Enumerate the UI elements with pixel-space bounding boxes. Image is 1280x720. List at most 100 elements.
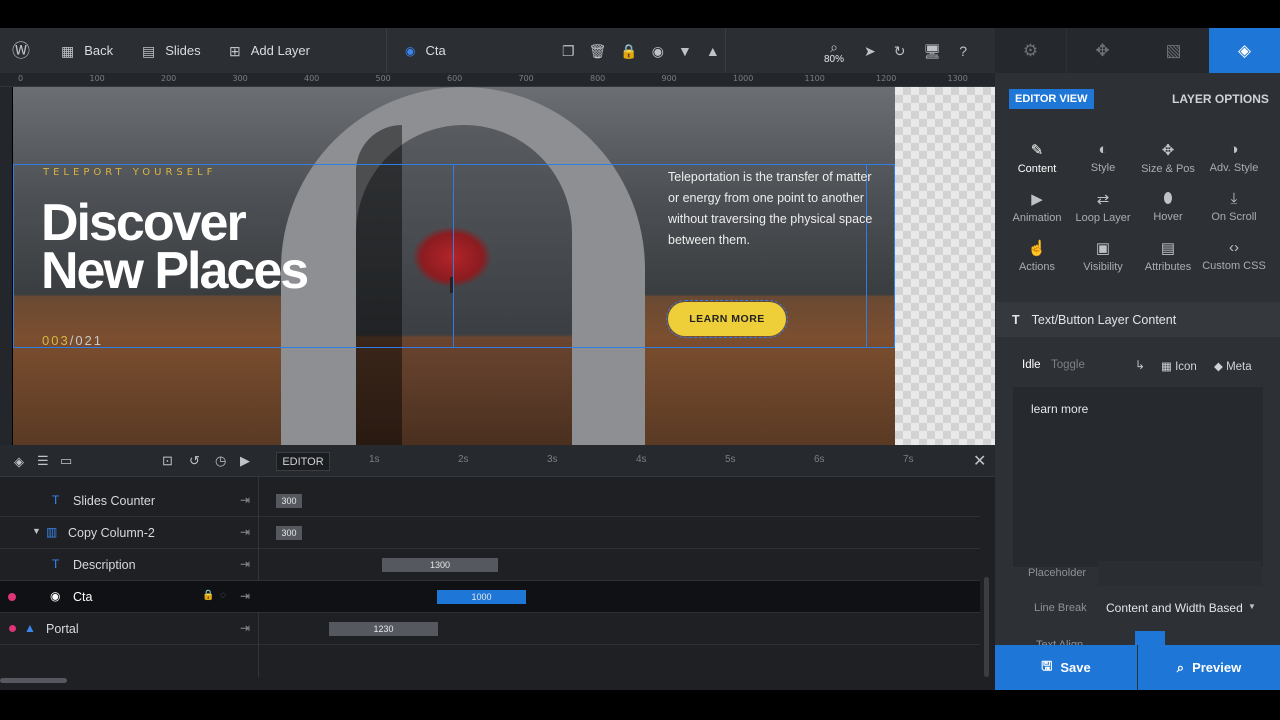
timeline-bar[interactable]: 300 — [276, 526, 302, 540]
timeline-bar[interactable]: 1300 — [382, 558, 498, 572]
placeholder-input[interactable] — [1098, 561, 1262, 585]
folder-icon[interactable]: ▭ — [60, 453, 72, 469]
select-icon[interactable]: ⊡ — [162, 453, 173, 469]
slides-button[interactable]: ▤ Slides — [142, 28, 201, 73]
refresh-icon[interactable]: ↺ — [189, 453, 200, 469]
toggle-tab[interactable]: Toggle — [1051, 359, 1085, 371]
timer-icon[interactable]: ◷ — [215, 453, 226, 469]
icon-button[interactable]: ▦ Icon — [1161, 359, 1197, 373]
option-on-scroll[interactable]: ⤓ On Scroll — [1201, 190, 1267, 223]
editor-view-button[interactable]: EDITOR VIEW — [1009, 89, 1094, 109]
timeline-row-slides-counter[interactable]: T Slides Counter ⇥ 300 — [0, 485, 980, 517]
option-attributes[interactable]: ▤ Attributes — [1135, 239, 1201, 273]
target-icon: ◉ — [405, 43, 416, 58]
play-icon[interactable]: ▶ — [240, 453, 250, 469]
ruler-tick: 600 — [447, 74, 463, 83]
option-actions[interactable]: ☝ Actions — [1004, 239, 1070, 273]
timeline-bar[interactable]: 1000 — [437, 590, 526, 604]
duplicate-icon[interactable]: ❐ — [562, 44, 575, 58]
undo-icon[interactable]: ↻ — [894, 44, 906, 58]
list-icon[interactable]: ☰ — [37, 453, 49, 469]
desktop-icon[interactable]: 🖥 — [923, 44, 941, 58]
back-button[interactable]: ▦ Back — [61, 28, 113, 73]
scroll-icon: ⤓ — [1230, 190, 1238, 207]
ruler-tick: 300 — [232, 74, 248, 83]
grid-icon: ▦ — [1161, 361, 1172, 373]
pointer-icon[interactable]: ➤ — [864, 44, 876, 58]
image-icon: ▧ — [1165, 40, 1182, 60]
slides-counter[interactable]: 003/021 — [42, 333, 103, 348]
save-icon: 🖫 — [1041, 657, 1053, 673]
lock-icon[interactable]: 🔒 — [202, 590, 214, 601]
pin-icon[interactable]: ⇥ — [240, 557, 250, 571]
horizontal-ruler: 0 100 200 300 400 500 600 700 800 900 1000 1100 1200… — [0, 73, 995, 87]
zoom-icon: ⌕ — [830, 39, 838, 55]
slide-canvas[interactable]: TELEPORT YOURSELF Discover New Places 00… — [13, 87, 895, 445]
selected-layer-indicator[interactable]: ◉ Cta — [405, 28, 446, 73]
horizontal-scrollbar[interactable] — [0, 678, 67, 683]
timeline-bar[interactable]: 1230 — [329, 622, 438, 636]
trash-icon[interactable]: 🗑 — [589, 44, 607, 58]
timeline-row-copy-column-2[interactable]: ▼ ▥ Copy Column-2 ⇥ 300 — [0, 517, 980, 549]
chevron-up-icon[interactable]: ▲ — [706, 44, 720, 58]
link-icon[interactable]: ↳ — [1135, 358, 1145, 372]
idle-tab[interactable]: Idle — [1022, 359, 1041, 371]
timeline-row-cta[interactable]: ◉ Cta 🔒 ◌ ⇥ 1000 — [0, 581, 980, 613]
content-textarea[interactable]: learn more — [1013, 387, 1263, 567]
eye-icon[interactable]: ◉ — [652, 44, 664, 58]
time-tick: 6s — [814, 454, 825, 465]
code-icon: ‹› — [1229, 239, 1239, 256]
ruler-tick: 1000 — [733, 74, 754, 83]
ruler-tick: 1100 — [804, 74, 825, 83]
option-content[interactable]: ✎ Content — [1004, 141, 1070, 175]
divider — [725, 28, 726, 73]
collapse-icon[interactable]: ▼ — [32, 526, 41, 536]
option-custom-css[interactable]: ‹› Custom CSS — [1201, 239, 1267, 272]
zoom-control[interactable]: ⌕ 80% — [824, 40, 844, 65]
pin-icon[interactable]: ⇥ — [240, 621, 250, 635]
help-icon[interactable]: ? — [959, 44, 967, 58]
preview-button[interactable]: ⌕ Preview — [1138, 645, 1280, 690]
divider — [386, 28, 387, 73]
align-center-button[interactable] — [1135, 631, 1165, 645]
wordpress-logo-icon[interactable]: Ⓦ — [12, 28, 30, 73]
timeline-header: ◈ ☰ ▭ ⊡ ↺ ◷ ▶ ✕ — [0, 445, 995, 477]
layers-tab[interactable]: ◈ — [1209, 28, 1280, 73]
ruler-tick: 1200 — [876, 74, 897, 83]
chevron-down-icon[interactable]: ▼ — [678, 44, 692, 58]
option-style[interactable]: ◐ Style — [1070, 141, 1136, 174]
vertical-scrollbar[interactable] — [984, 577, 989, 677]
lock-icon[interactable]: 🔒 — [620, 44, 637, 58]
hide-icon[interactable]: ◌ — [220, 590, 226, 601]
close-icon[interactable]: ✕ — [973, 451, 986, 471]
settings-tab[interactable]: ⚙ — [995, 28, 1066, 73]
time-tick: 5s — [725, 454, 736, 465]
line-break-select[interactable]: Content and Width Based — [1098, 596, 1262, 620]
cta-button[interactable]: LEARN MORE — [666, 300, 788, 338]
save-button[interactable]: 🖫 Save — [995, 645, 1137, 690]
pin-icon[interactable]: ⇥ — [240, 525, 250, 539]
eyebrow-text[interactable]: TELEPORT YOURSELF — [43, 167, 216, 178]
description-text[interactable]: Teleportation is the transfer of matter … — [668, 167, 878, 251]
section-header[interactable]: T Text/Button Layer Content — [996, 302, 1280, 337]
pin-icon[interactable]: ⇥ — [240, 589, 250, 603]
option-adv-style[interactable]: ◑ Adv. Style — [1201, 141, 1267, 174]
slide-tab[interactable]: ▧ — [1138, 28, 1209, 73]
option-size-pos[interactable]: ✥ Size & Pos — [1135, 141, 1201, 175]
pin-icon[interactable]: ⇥ — [240, 493, 250, 507]
add-layer-button[interactable]: ⊞ Add Layer — [229, 28, 310, 73]
editor-button[interactable]: EDITOR — [276, 452, 330, 471]
navigation-tab[interactable]: ✥ — [1067, 28, 1138, 73]
text-icon: T — [52, 557, 60, 571]
timeline-row-description[interactable]: T Description ⇥ 1300 — [0, 549, 980, 581]
option-visibility[interactable]: ▣ Visibility — [1070, 239, 1136, 273]
option-loop-layer[interactable]: ⇄ Loop Layer — [1070, 190, 1136, 224]
timeline-row-portal[interactable]: ▲ Portal ⇥ 1230 — [0, 613, 980, 645]
meta-button[interactable]: ◆ Meta — [1214, 359, 1252, 373]
timeline-bar[interactable]: 300 — [276, 494, 302, 508]
layers-icon[interactable]: ◈ — [14, 454, 24, 470]
option-hover[interactable]: ⬮ Hover — [1135, 190, 1201, 223]
layer-options-title: LAYER OPTIONS — [1172, 92, 1269, 106]
headline[interactable]: Discover New Places — [41, 197, 309, 297]
option-animation[interactable]: ▶ Animation — [1004, 190, 1070, 224]
